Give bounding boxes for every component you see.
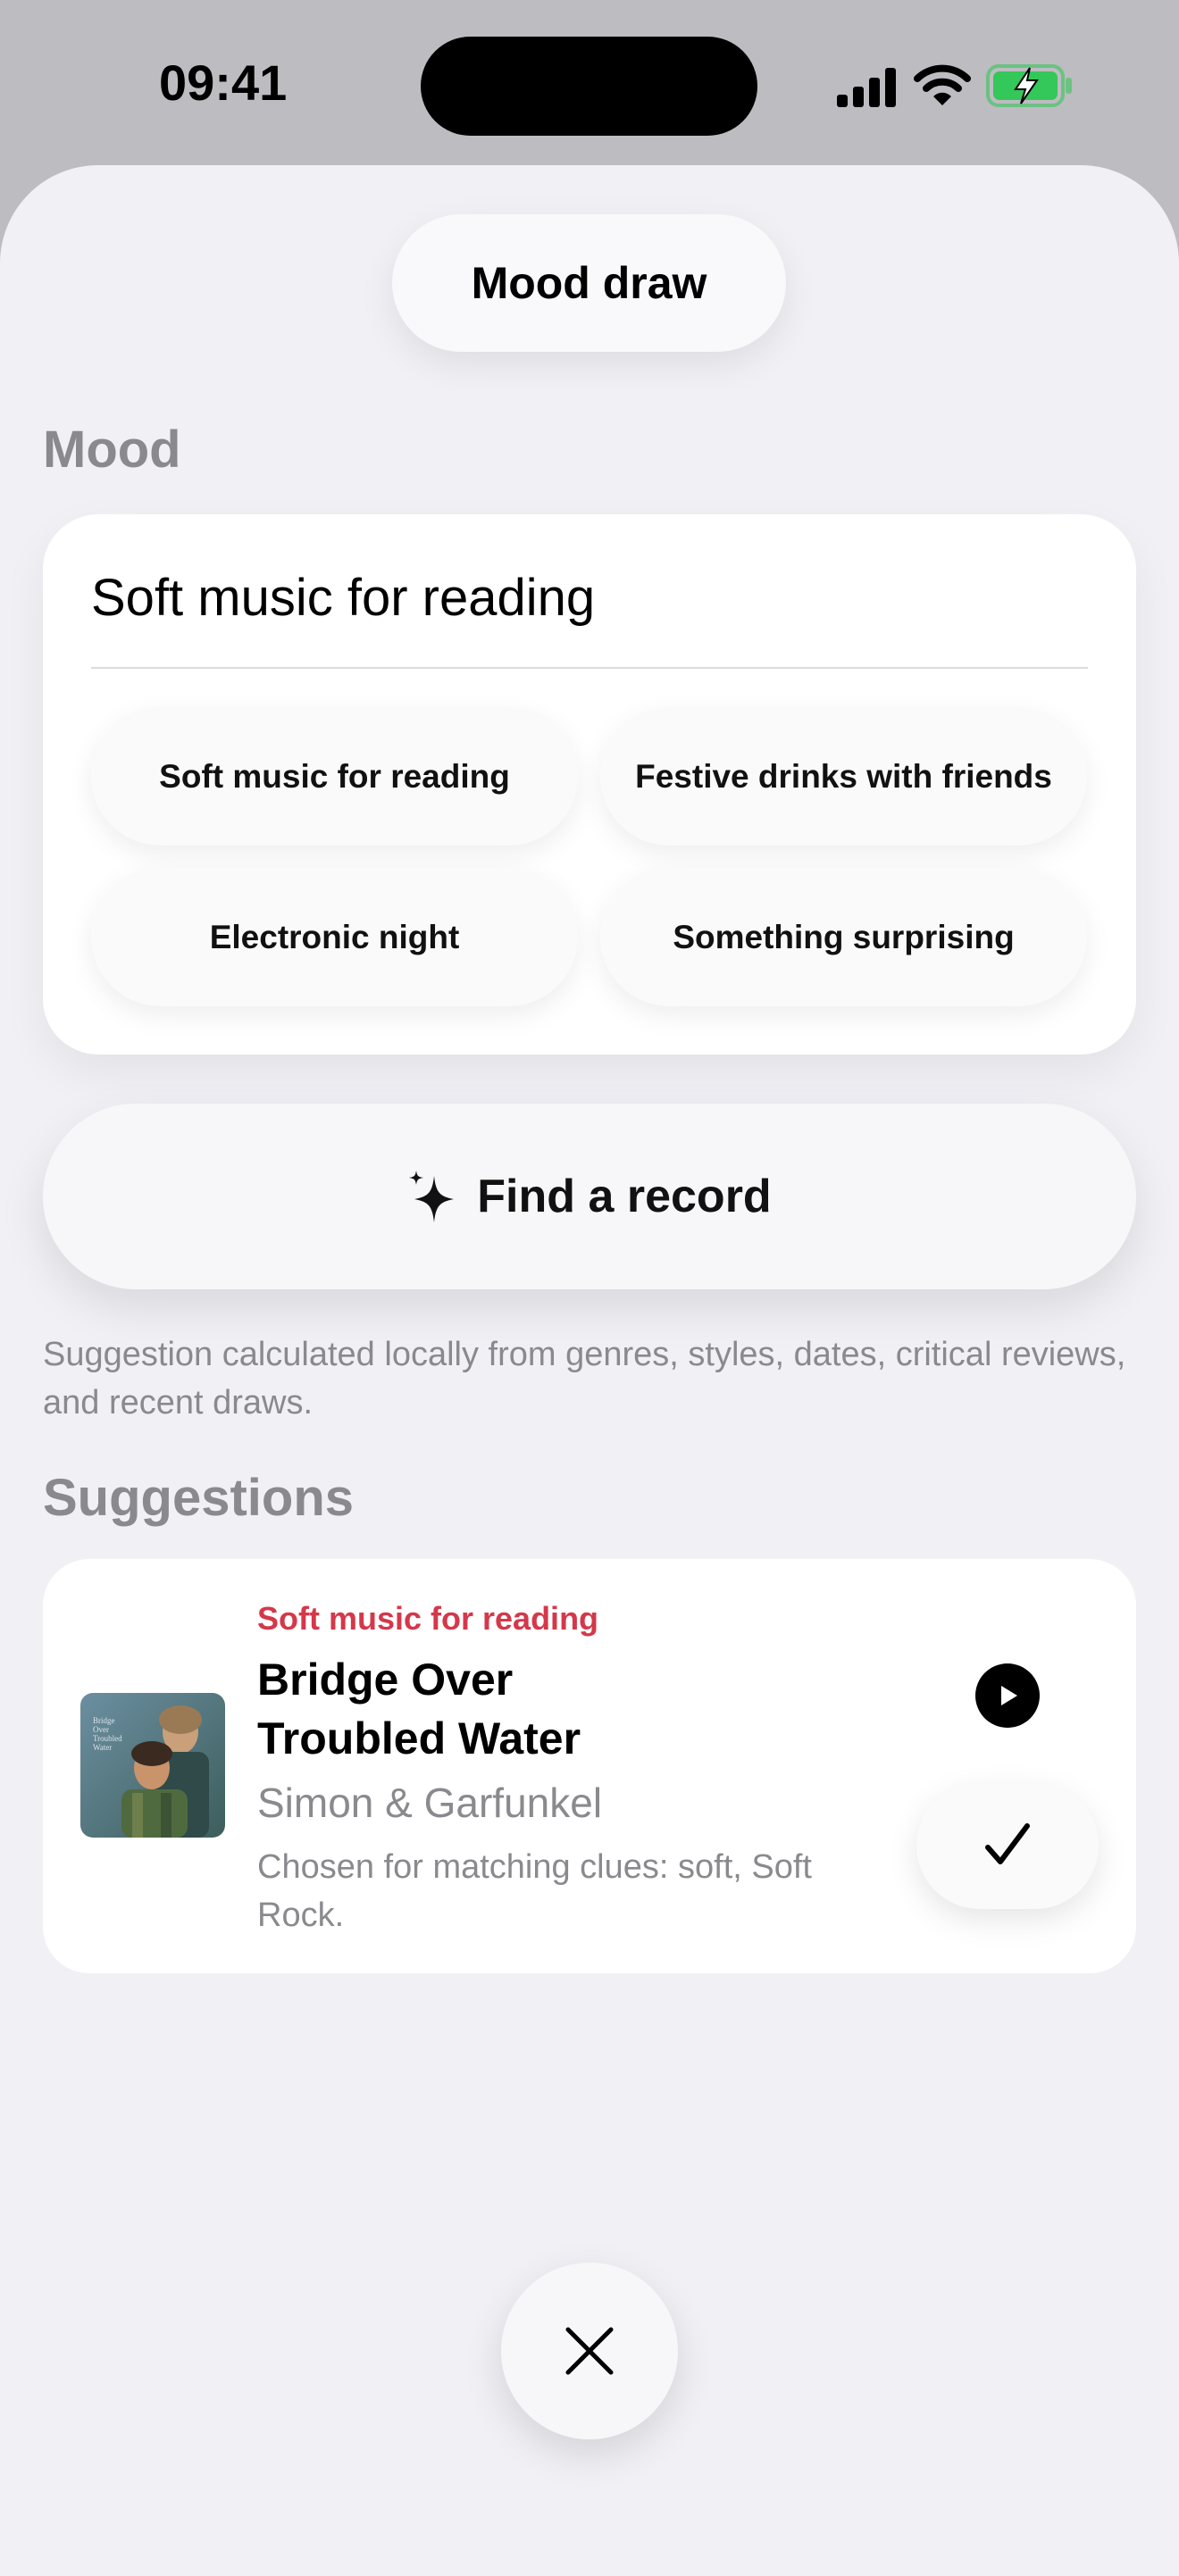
mood-input[interactable] <box>91 562 1088 633</box>
status-time: 09:41 <box>159 54 288 111</box>
play-icon <box>1001 1686 1017 1705</box>
mood-chip-electronic-night[interactable]: Electronic night <box>91 868 578 1006</box>
mood-chip-label: Electronic night <box>209 918 460 955</box>
wifi-icon <box>914 64 971 105</box>
mood-chip-soft-music[interactable]: Soft music for reading <box>91 707 578 846</box>
checkmark-icon <box>985 1823 1030 1864</box>
find-record-button[interactable]: Find a record <box>43 1104 1136 1289</box>
mood-chip-something-surprising[interactable]: Something surprising <box>600 868 1087 1006</box>
close-icon <box>565 2327 614 2375</box>
find-record-label: Find a record <box>477 1171 772 1222</box>
sparkles-icon <box>409 1171 455 1222</box>
mood-chip-festive-drinks[interactable]: Festive drinks with friends <box>600 707 1087 846</box>
status-bar: 09:41 <box>0 0 1179 170</box>
mood-divider <box>91 667 1088 669</box>
album-cover-title: Bridge Over Troubled Water <box>93 1716 122 1752</box>
album-cover-art: Bridge Over Troubled Water <box>80 1693 225 1838</box>
suggestion-album-title: Bridge Over Troubled Water <box>257 1655 581 1763</box>
suggestion-reason: Chosen for matching clues: soft, Soft Ro… <box>257 1848 812 1934</box>
suggestion-footnote: Suggestion calculated locally from genre… <box>43 1336 1126 1421</box>
battery-charging-icon <box>986 64 1072 107</box>
suggestion-mood-tag: Soft music for reading <box>257 1600 599 1637</box>
suggestion-artist: Simon & Garfunkel <box>257 1780 603 1826</box>
status-icons <box>835 63 1076 109</box>
mood-section-header: Mood <box>43 421 181 479</box>
page-title: Mood draw <box>471 258 707 308</box>
mood-chip-label: Something surprising <box>673 918 1015 955</box>
cellular-signal-icon <box>837 68 896 107</box>
suggestions-section-header: Suggestions <box>43 1469 355 1527</box>
mood-card: Soft music for reading Festive drinks wi… <box>43 514 1136 1055</box>
mood-chip-label: Soft music for reading <box>159 757 510 795</box>
suggestion-card: Bridge Over Troubled Water Soft music fo… <box>43 1559 1136 1973</box>
accept-suggestion-button[interactable] <box>916 1782 1099 1909</box>
dynamic-island <box>421 37 757 136</box>
mood-chip-label: Festive drinks with friends <box>635 757 1052 795</box>
play-preview-button[interactable] <box>975 1663 1040 1728</box>
sheet-title-pill: Mood draw <box>392 214 786 352</box>
close-button[interactable] <box>501 2263 678 2439</box>
